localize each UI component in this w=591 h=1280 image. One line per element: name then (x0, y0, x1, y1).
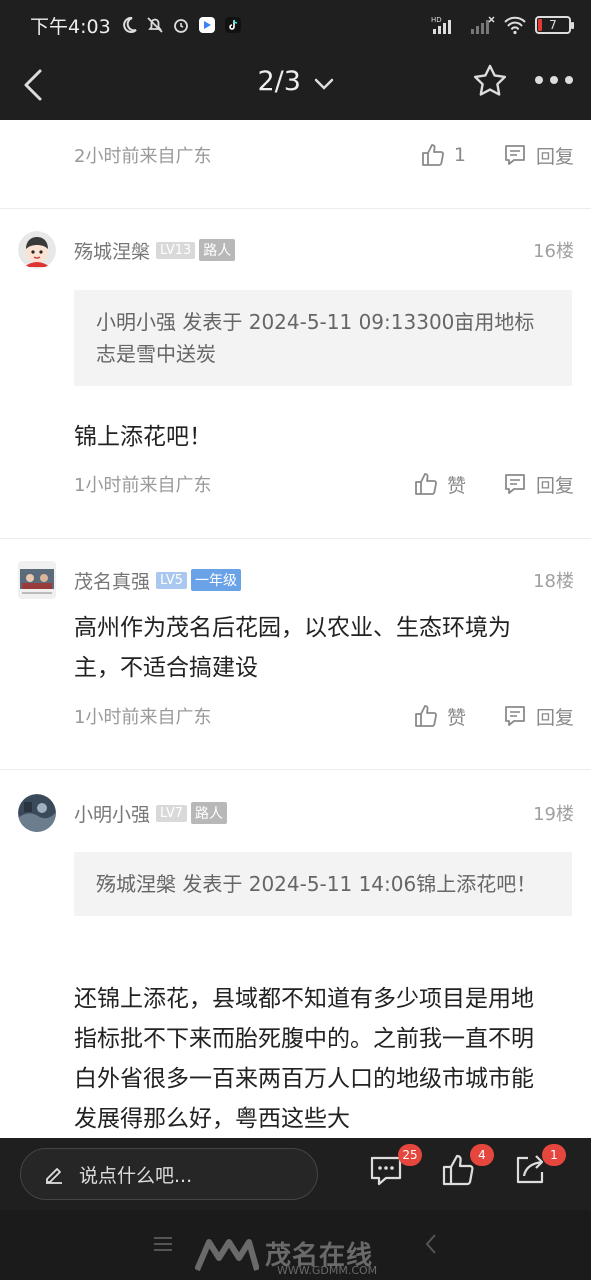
comment-meta: 2小时前来自广东 1 回复 (74, 140, 574, 170)
comment-header: 小明小强 LV7 路人 19楼 (18, 793, 574, 833)
avatar[interactable] (18, 561, 56, 599)
comment-header: 茂名真强 LV5 一年级 18楼 (18, 560, 574, 600)
avatar[interactable] (18, 794, 56, 832)
bottom-action-bar: 说点什么吧... 25 4 1 (0, 1138, 591, 1210)
menu-icon[interactable] (152, 1234, 174, 1258)
share-button[interactable]: 1 (512, 1144, 566, 1192)
username[interactable]: 殇城涅槃 (74, 237, 150, 264)
comment-input[interactable]: 说点什么吧... (20, 1148, 318, 1200)
like-count: 1 (453, 144, 466, 166)
tiktok-icon (223, 15, 243, 35)
comment-list[interactable]: 2小时前来自广东 1 回复 殇城涅槃 LV13 路人 16楼 小明小强 发表于 … (0, 120, 591, 1138)
username[interactable]: 茂名真强 (74, 567, 150, 594)
comment-time: 1小时前来自广东 (74, 707, 212, 728)
divider (0, 208, 591, 209)
bell-off-icon (145, 15, 165, 35)
comments-count-badge: 25 (398, 1144, 422, 1166)
reply-button[interactable]: 回复 (502, 142, 574, 169)
system-nav-bar: 茂名在线 WWW.GDMM.COM (0, 1210, 591, 1280)
reply-label: 回复 (535, 706, 574, 729)
quoted-post: 殇城涅槃 发表于 2024-5-11 14:06锦上添花吧！ (74, 852, 572, 916)
pencil-icon (46, 1168, 62, 1184)
level-badge: LV13 (156, 241, 196, 259)
system-back-icon[interactable] (423, 1232, 439, 1260)
signal-icon: HD (431, 15, 461, 35)
role-badge: 一年级 (191, 569, 241, 591)
comment-actions: 赞 回复 (413, 703, 574, 730)
thumbs-up-icon (415, 473, 437, 495)
chevron-down-icon (314, 67, 334, 98)
comment-actions: 1 回复 (420, 142, 574, 169)
username[interactable]: 小明小强 (74, 800, 150, 827)
reply-icon (505, 145, 525, 165)
comment-time: 1小时前来自广东 (74, 475, 212, 496)
battery-level: 7 (549, 18, 557, 32)
divider (0, 538, 591, 539)
status-time: 下午4:03 (30, 15, 111, 38)
comment-text: 还锦上添花，县域都不知道有多少项目是用地指标批不下来而胎死腹中的。之前我一直不明… (74, 986, 534, 1132)
like-label: 赞 (446, 474, 466, 497)
like-label: 赞 (446, 706, 466, 729)
comment-time: 2小时前来自广东 (74, 146, 212, 167)
comments-button[interactable]: 25 (368, 1144, 422, 1192)
battery-icon: 7 (535, 16, 574, 34)
comment-input-placeholder: 说点什么吧... (79, 1164, 193, 1187)
reply-icon (505, 474, 525, 494)
comment-actions: 赞 回复 (413, 471, 574, 498)
status-bar: 下午4:03 HD 7 (0, 0, 591, 50)
level-badge: LV5 (156, 571, 187, 589)
svg-text:HD: HD (431, 16, 442, 24)
comment-text: 高州作为茂名后花园，以农业、生态环境为主，不适合搞建设 (74, 615, 511, 681)
like-button[interactable]: 赞 (413, 471, 466, 498)
moon-icon (119, 15, 139, 35)
quoted-post: 小明小强 发表于 2024-5-11 09:13300亩用地标志是雪中送炭 (74, 290, 572, 386)
like-button[interactable]: 1 (420, 142, 466, 168)
reply-label: 回复 (535, 474, 574, 497)
app-icon (197, 15, 217, 35)
comment-meta: 1小时前来自广东 赞 回复 (74, 701, 574, 731)
thumbs-up-icon (415, 705, 437, 727)
floor-number: 19楼 (533, 804, 574, 825)
reply-button[interactable]: 回复 (502, 471, 574, 498)
like-button[interactable]: 赞 (413, 703, 466, 730)
role-badge: 路人 (191, 802, 227, 824)
divider (0, 769, 591, 770)
floor-number: 16楼 (533, 241, 574, 262)
reply-button[interactable]: 回复 (502, 703, 574, 730)
role-badge: 路人 (199, 239, 236, 261)
watermark-url: WWW.GDMM.COM (277, 1264, 378, 1277)
signal-2-icon (469, 15, 495, 35)
like-post-button[interactable]: 4 (440, 1144, 494, 1192)
favorite-star-icon[interactable] (471, 62, 509, 104)
avatar[interactable] (18, 231, 56, 269)
floor-number: 18楼 (533, 571, 574, 592)
watermark-logo-icon (195, 1239, 259, 1272)
watermark: 茂名在线 WWW.GDMM.COM (195, 1232, 377, 1277)
likes-count-badge: 4 (470, 1144, 494, 1166)
reply-label: 回复 (535, 145, 574, 168)
more-icon[interactable] (533, 72, 575, 92)
thumbs-up-icon (421, 144, 444, 166)
comment-text: 锦上添花吧！ (74, 424, 212, 450)
comment-meta: 1小时前来自广东 赞 回复 (74, 469, 574, 499)
wifi-icon (503, 15, 527, 35)
alarm-icon (171, 15, 191, 35)
reply-icon (505, 706, 525, 726)
page-indicator: 2/3 (257, 66, 301, 97)
status-icons-right: HD 7 (431, 15, 574, 35)
status-icons-left (119, 15, 243, 35)
level-badge: LV7 (156, 804, 187, 822)
share-count-badge: 1 (542, 1144, 566, 1166)
comment-header: 殇城涅槃 LV13 路人 16楼 (18, 230, 574, 270)
